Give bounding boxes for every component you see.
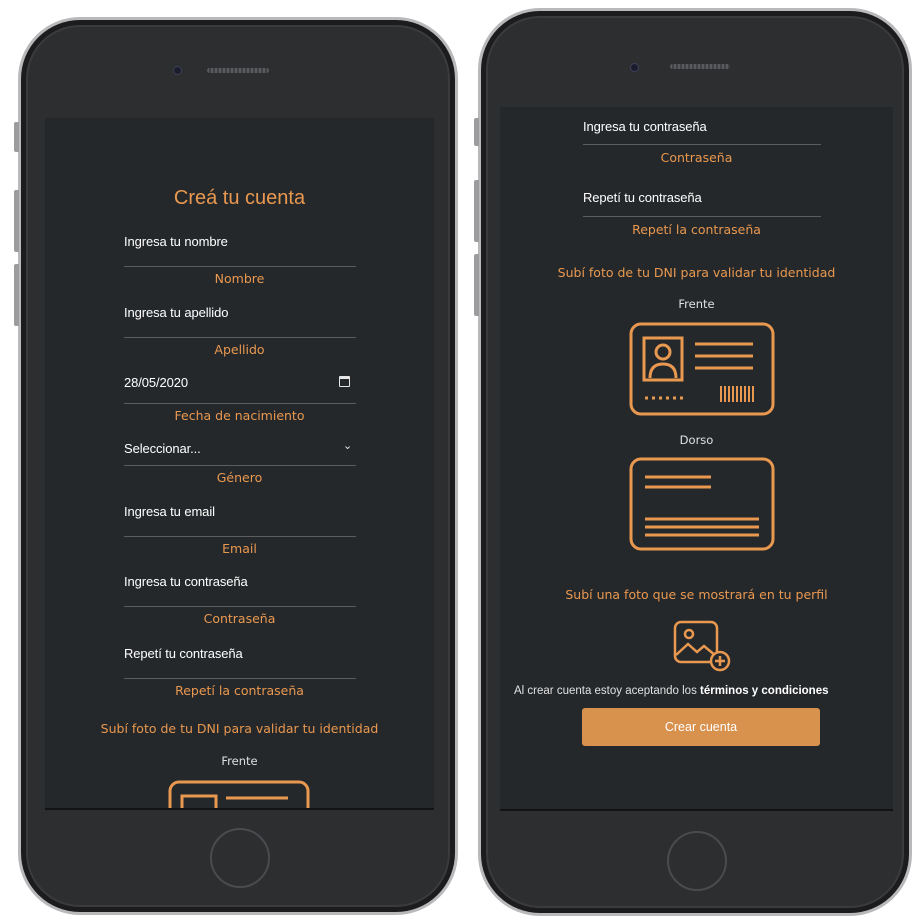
calendar-icon[interactable] (339, 376, 350, 387)
front-camera (173, 66, 182, 75)
create-account-button[interactable]: Crear cuenta (582, 708, 820, 746)
page-title: Creá tu cuenta (173, 187, 306, 209)
dni-upload-text: Subí foto de tu DNI para validar tu iden… (557, 265, 836, 280)
first-name-input[interactable]: Ingresa tu nombre (124, 234, 228, 249)
mute-switch (14, 122, 19, 152)
repeat-password-input[interactable]: Repetí tu contraseña (583, 190, 702, 205)
chevron-down-icon[interactable]: ⌄ (343, 439, 352, 452)
screen-left: Creá tu cuenta Ingresa tu nombre Nombre … (45, 118, 434, 810)
volume-down-button (14, 264, 19, 326)
front-camera (630, 63, 639, 72)
repeat-password-caption: Repetí la contraseña (175, 683, 304, 698)
password-caption: Contraseña (203, 611, 276, 626)
input-underline (583, 216, 821, 217)
terms-text: Al crear cuenta estoy aceptando los térm… (514, 685, 829, 697)
input-underline (124, 606, 356, 607)
phone-frame-left: Creá tu cuenta Ingresa tu nombre Nombre … (18, 17, 458, 915)
screen-right: Ingresa tu contraseña Contraseña Repetí … (500, 107, 893, 811)
volume-down-button (474, 254, 479, 316)
id-card-front-icon[interactable] (168, 780, 310, 810)
email-caption: Email (222, 541, 257, 556)
id-card-front-icon[interactable] (629, 322, 775, 416)
mute-switch (474, 118, 479, 146)
gender-select[interactable]: Seleccionar... (124, 441, 201, 456)
id-card-back-icon[interactable] (629, 457, 775, 551)
front-label: Frente (221, 754, 258, 768)
home-button[interactable] (667, 831, 727, 891)
birthdate-input[interactable]: 28/05/2020 (124, 375, 188, 390)
password-input[interactable]: Ingresa tu contraseña (124, 574, 248, 589)
last-name-input[interactable]: Ingresa tu apellido (124, 305, 228, 320)
speaker-grille (207, 68, 269, 73)
email-input[interactable]: Ingresa tu email (124, 504, 215, 519)
dni-upload-text: Subí foto de tu DNI para validar tu iden… (100, 721, 379, 736)
input-underline (124, 266, 356, 267)
home-button[interactable] (210, 828, 270, 888)
input-underline (124, 536, 356, 537)
volume-up-button (14, 190, 19, 252)
terms-prefix: Al crear cuenta estoy aceptando los (514, 685, 697, 697)
input-underline (124, 678, 356, 679)
password-input[interactable]: Ingresa tu contraseña (583, 119, 707, 134)
phone-frame-right: Ingresa tu contraseña Contraseña Repetí … (478, 8, 912, 916)
first-name-caption: Nombre (214, 271, 265, 286)
front-label: Frente (678, 297, 715, 311)
input-underline (124, 465, 356, 466)
terms-link[interactable]: términos y condiciones (700, 685, 828, 697)
speaker-grille (670, 64, 730, 69)
input-underline (583, 144, 821, 145)
repeat-password-input[interactable]: Repetí tu contraseña (124, 646, 243, 661)
volume-up-button (474, 180, 479, 242)
back-label: Dorso (679, 433, 714, 447)
gender-caption: Género (216, 470, 263, 485)
password-caption: Contraseña (660, 150, 733, 165)
input-underline (124, 337, 356, 338)
repeat-password-caption: Repetí la contraseña (632, 222, 761, 237)
input-underline (124, 403, 356, 404)
birthdate-caption: Fecha de nacimiento (174, 408, 305, 423)
profile-photo-text: Subí una foto que se mostrará en tu perf… (565, 587, 828, 602)
last-name-caption: Apellido (214, 342, 265, 357)
add-image-icon[interactable] (672, 619, 734, 673)
